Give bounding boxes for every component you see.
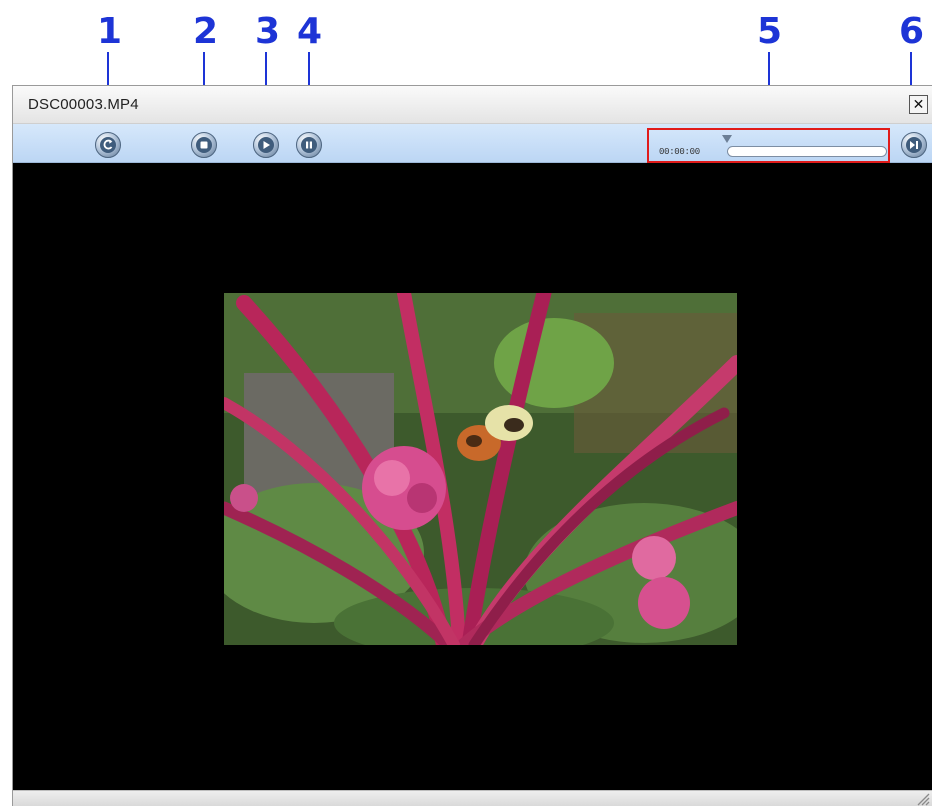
- pause-button[interactable]: [296, 132, 322, 158]
- rewind-button[interactable]: [95, 132, 121, 158]
- play-icon: [258, 137, 274, 153]
- close-button[interactable]: ✕: [909, 95, 928, 114]
- callout-5: 5: [757, 11, 783, 52]
- callout-2: 2: [193, 11, 219, 52]
- playback-toolbar: 00:00:00: [13, 124, 932, 163]
- callout-6: 6: [899, 11, 925, 52]
- video-frame-image: [224, 293, 737, 645]
- frame-advance-icon: [906, 137, 922, 153]
- resize-grip-icon[interactable]: [916, 792, 930, 806]
- frame-advance-button[interactable]: [901, 132, 927, 158]
- callout-1: 1: [97, 11, 123, 52]
- callout-3: 3: [255, 11, 281, 52]
- play-button[interactable]: [253, 132, 279, 158]
- callout-4: 4: [297, 11, 323, 52]
- rewind-to-start-icon: [100, 137, 116, 153]
- timecode-display: 00:00:00: [659, 147, 700, 157]
- seek-slider[interactable]: [727, 146, 887, 157]
- pause-icon: [301, 137, 317, 153]
- video-display-area: [13, 163, 932, 790]
- stop-icon: [196, 137, 212, 153]
- stop-button[interactable]: [191, 132, 217, 158]
- status-bar: [13, 790, 932, 806]
- window-title: DSC00003.MP4: [28, 96, 139, 113]
- movie-player-window: DSC00003.MP4 ✕ 00:00:00: [12, 85, 932, 806]
- seek-bar-highlight: 00:00:00: [647, 128, 890, 163]
- seek-handle[interactable]: [722, 135, 732, 143]
- annotated-screenshot: 1 2 3 4 5 6 DSC00003.MP4 ✕ 00:00:00: [0, 0, 932, 806]
- close-icon: ✕: [912, 96, 925, 113]
- title-bar[interactable]: DSC00003.MP4 ✕: [13, 86, 932, 124]
